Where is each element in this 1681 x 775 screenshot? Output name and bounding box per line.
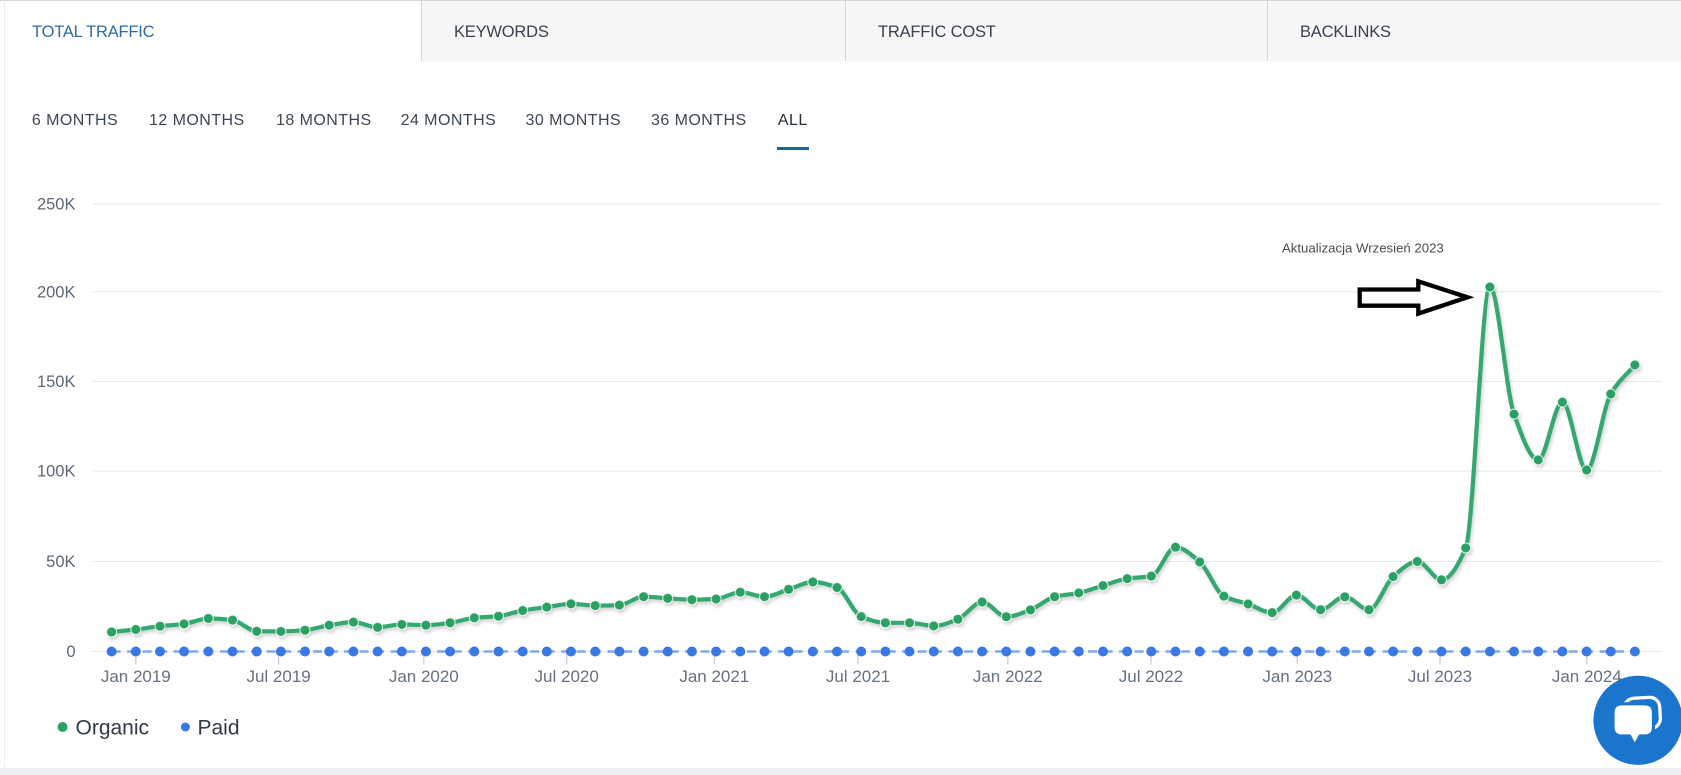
svg-text:Jan 2024: Jan 2024: [1552, 667, 1622, 686]
svg-text:Jan 2023: Jan 2023: [1262, 667, 1332, 686]
svg-text:200K: 200K: [37, 283, 76, 301]
svg-text:Jan 2021: Jan 2021: [679, 667, 749, 686]
svg-text:0: 0: [66, 643, 75, 661]
svg-text:Organic: Organic: [76, 717, 150, 740]
svg-text:Jul 2020: Jul 2020: [535, 667, 599, 686]
svg-text:Paid: Paid: [198, 717, 240, 740]
svg-text:Jul 2022: Jul 2022: [1119, 667, 1183, 686]
svg-text:100K: 100K: [37, 463, 76, 481]
svg-text:50K: 50K: [46, 553, 75, 571]
svg-text:150K: 150K: [37, 373, 76, 391]
svg-text:Jan 2020: Jan 2020: [389, 667, 459, 686]
svg-text:Jul 2021: Jul 2021: [826, 667, 890, 686]
svg-text:Jul 2023: Jul 2023: [1408, 667, 1472, 686]
svg-text:Jan 2022: Jan 2022: [973, 667, 1043, 686]
svg-text:250K: 250K: [37, 195, 76, 213]
svg-text:Aktualizacja Wrzesień 2023: Aktualizacja Wrzesień 2023: [1282, 241, 1444, 256]
svg-text:Jul 2019: Jul 2019: [246, 667, 310, 686]
svg-text:Jan 2019: Jan 2019: [101, 667, 171, 686]
